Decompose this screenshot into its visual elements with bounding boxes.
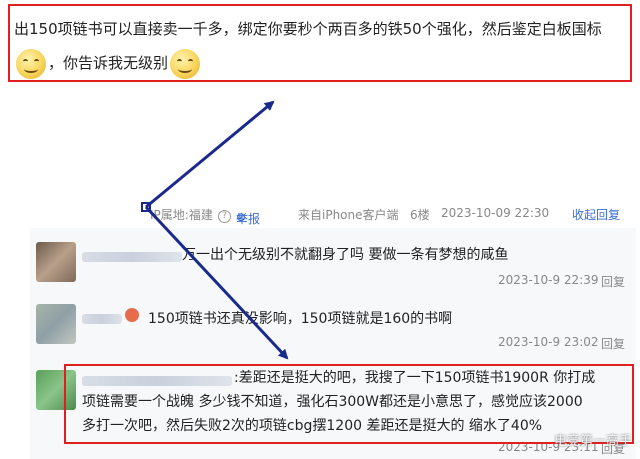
reply-time: 2023-10-9 23:02 <box>498 335 599 349</box>
reply-time: 2023-10-9 22:39 <box>498 273 599 287</box>
post-meta: IP属地:福建 ? ⊘ 举报 来自iPhone客户端 6楼 2023-10-09… <box>150 206 621 226</box>
reply-text: 万一出个无级别不就翻身了吗 要做一条有梦想的咸鱼 <box>182 247 509 263</box>
reply-button[interactable]: 回复 <box>601 335 625 352</box>
avatar[interactable] <box>36 242 76 282</box>
post-highlight-box <box>8 4 632 82</box>
collapse-replies-button[interactable]: 收起回复 <box>572 206 620 223</box>
post-time: 2023-10-09 22:30 <box>441 206 550 220</box>
ip-location: IP属地:福建 <box>150 208 213 222</box>
arrow-up-right <box>145 100 275 209</box>
source: 来自iPhone客户端 <box>298 208 399 222</box>
user-badge-icon <box>125 308 139 322</box>
reply-highlight-box <box>64 364 634 444</box>
username-blurred[interactable] <box>82 314 122 324</box>
report-label: 举报 <box>236 212 261 226</box>
username-blurred[interactable] <box>82 252 182 262</box>
avatar[interactable] <box>36 304 76 344</box>
reply-button[interactable]: 回复 <box>601 273 625 290</box>
floor-number: 6楼 <box>410 208 430 222</box>
watermark: 电竞第一高手 <box>553 434 632 449</box>
reply-text: 150项链书还真没影响，150项链就是160的书啊 <box>148 311 453 327</box>
